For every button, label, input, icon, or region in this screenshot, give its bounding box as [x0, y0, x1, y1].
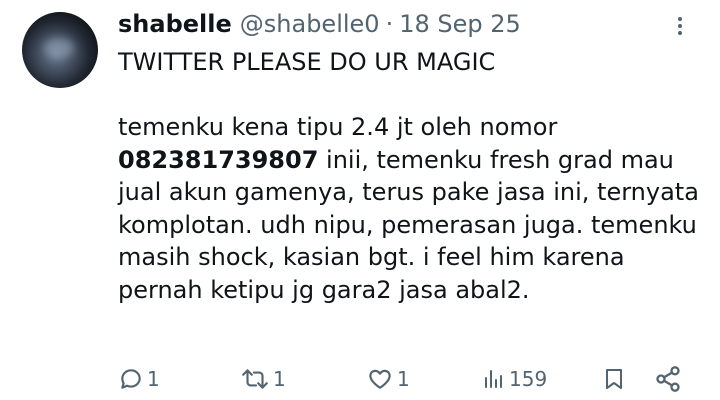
- tweet-text: TWITTER PLEASE DO UR MAGIC temenku kena …: [118, 46, 708, 306]
- display-name[interactable]: shabelle: [118, 8, 232, 40]
- reply-button[interactable]: 1: [118, 364, 160, 394]
- repost-icon: [240, 366, 270, 392]
- tweet-paragraph: temenku kena tipu 2.4 jt oleh nomor 08238…: [118, 111, 708, 306]
- like-button[interactable]: 1: [366, 364, 410, 394]
- like-count: 1: [397, 367, 410, 391]
- bookmark-button[interactable]: [602, 364, 626, 394]
- repost-button[interactable]: 1: [240, 364, 286, 394]
- bookmark-icon: [602, 365, 626, 393]
- tweet-header: shabelle @shabelle0 · 18 Sep 25: [118, 8, 521, 40]
- tweet-headline: TWITTER PLEASE DO UR MAGIC: [118, 48, 496, 76]
- views-button[interactable]: 159: [482, 364, 547, 394]
- views-count: 159: [509, 367, 548, 391]
- separator-dot: ·: [385, 10, 394, 38]
- share-button[interactable]: [654, 364, 682, 394]
- reply-count: 1: [147, 367, 160, 391]
- share-icon: [654, 365, 682, 393]
- heart-icon: [366, 366, 394, 392]
- avatar[interactable]: [22, 12, 98, 88]
- phone-number: 082381739807: [118, 145, 319, 174]
- analytics-icon: [482, 366, 506, 392]
- tweet-date[interactable]: 18 Sep 25: [399, 8, 521, 40]
- action-bar: 1 1 1 159: [118, 364, 688, 394]
- user-handle[interactable]: @shabelle0: [240, 8, 380, 40]
- reply-icon: [118, 366, 144, 392]
- more-vertical-icon[interactable]: [668, 14, 692, 38]
- tweet-text-intro: temenku kena tipu 2.4 jt oleh nomor: [118, 113, 558, 141]
- repost-count: 1: [273, 367, 286, 391]
